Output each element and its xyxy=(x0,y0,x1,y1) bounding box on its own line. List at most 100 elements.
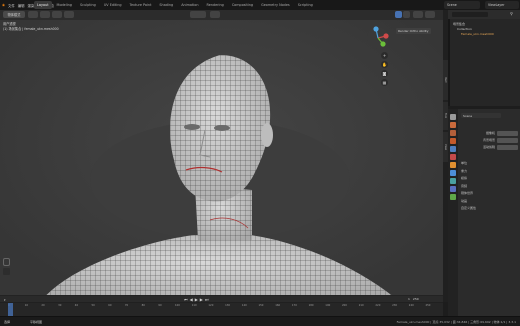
3d-viewport[interactable] xyxy=(0,10,443,302)
tab-animation[interactable]: Animation xyxy=(178,1,201,9)
zoom-icon[interactable]: + xyxy=(381,52,388,59)
timeline-tick-label: 170 xyxy=(291,304,297,307)
modifier-tab-icon[interactable] xyxy=(450,170,456,176)
world-tab-icon[interactable] xyxy=(450,154,456,160)
filter-icon[interactable]: ⚲ xyxy=(510,11,513,16)
xray-toggle-button[interactable] xyxy=(425,11,435,18)
camera-label: 摄像机 xyxy=(485,131,495,135)
properties-search-input[interactable]: Scene xyxy=(461,113,501,118)
render-ortho-tag[interactable]: Render Ortho Ability xyxy=(396,28,431,34)
status-pan: 平移视图 xyxy=(30,319,43,324)
tab-shading[interactable]: Shading xyxy=(156,1,176,9)
properties-section-title: Scene xyxy=(463,113,473,118)
object-mode-dropdown[interactable]: 物体模式 xyxy=(3,11,25,18)
timeline-tick-label: 100 xyxy=(175,304,180,307)
tab-uv-editing[interactable]: UV Editing xyxy=(101,1,125,9)
prop-row-clip: 活动剪辑 xyxy=(460,144,495,150)
tool-tab-icon[interactable] xyxy=(450,114,456,120)
subsection-audio[interactable]: 音频 xyxy=(461,183,476,191)
tab-sculpting[interactable]: Sculpting xyxy=(77,1,99,9)
select-menu-button[interactable] xyxy=(40,11,50,18)
object-tab-icon[interactable] xyxy=(450,162,456,168)
timeline-tick-label: 150 xyxy=(258,304,264,307)
timeline-ruler[interactable]: 0102030405060708090100110120130140150160… xyxy=(0,302,443,317)
playback-menu[interactable]: ▾ xyxy=(4,298,6,302)
add-menu-button[interactable] xyxy=(52,11,62,18)
navigation-gizmo[interactable] xyxy=(366,26,390,50)
tab-geometry-nodes[interactable]: Geometry Nodes xyxy=(258,1,293,9)
viewport-shading-solid-button[interactable] xyxy=(395,11,402,18)
hand-icon[interactable]: ✋ xyxy=(381,61,388,68)
timeline-tick-label: 90 xyxy=(158,304,162,307)
view-layer-tab-icon[interactable] xyxy=(450,138,456,144)
timeline-tick-label: 230 xyxy=(392,304,398,307)
subsection-custom-props[interactable]: 自定义属性 xyxy=(461,205,476,213)
background-scene-label: 背景场景 xyxy=(482,138,495,142)
timeline-tick-label: 50 xyxy=(91,304,95,307)
camera-icon[interactable]: ◙ xyxy=(381,70,388,77)
timeline-tick-label: 250 xyxy=(425,304,431,307)
timeline-tick-label: 190 xyxy=(325,304,331,307)
prop-row-background: 背景场景 xyxy=(460,137,495,143)
scene-tab-icon[interactable] xyxy=(450,146,456,152)
output-tab-icon[interactable] xyxy=(450,130,456,136)
outliner-tree: 场景集合 Collection Female_ukn.mesh000 xyxy=(453,22,494,37)
subsection-simulation[interactable]: 模拟 xyxy=(461,175,476,183)
subsection-animation[interactable]: 动画 xyxy=(461,198,476,206)
view-menu-button[interactable] xyxy=(28,11,38,18)
timeline-tick-label: 240 xyxy=(408,304,414,307)
view-layer-label: ViewLayer xyxy=(488,3,505,7)
transform-orientation-button[interactable] xyxy=(190,11,206,18)
snap-button[interactable] xyxy=(210,11,220,18)
viewport-shading-wire-button[interactable] xyxy=(403,11,410,18)
tab-compositing[interactable]: Compositing xyxy=(229,1,256,9)
scene-label: Scene xyxy=(447,3,457,7)
outliner-search-input[interactable] xyxy=(452,12,488,17)
playhead[interactable] xyxy=(8,303,13,317)
blender-logo-icon[interactable]: ◉ xyxy=(2,3,5,7)
physics-tab-icon[interactable] xyxy=(450,186,456,192)
grid-icon[interactable]: ▦ xyxy=(381,79,388,86)
timeline-tick-label: 60 xyxy=(108,304,112,307)
mouse-icon xyxy=(3,258,10,266)
tab-modeling[interactable]: Modeling xyxy=(54,1,75,9)
frame-end[interactable]: 250 xyxy=(413,297,419,301)
tab-scripting[interactable]: Scripting xyxy=(295,1,316,9)
particles-tab-icon[interactable] xyxy=(450,178,456,184)
subsection-rigid-body[interactable]: 刚体世界 xyxy=(461,190,476,198)
overlay-toggle-button[interactable] xyxy=(413,11,423,18)
view-layer-selector[interactable]: ViewLayer xyxy=(485,1,519,9)
object-mode-label: 物体模式 xyxy=(7,13,21,17)
left-tool-strip xyxy=(3,258,10,276)
tab-texture-paint[interactable]: Texture Paint xyxy=(127,1,155,9)
active-clip-label: 活动剪辑 xyxy=(482,145,495,149)
overlay-tag-label: Render Ortho Ability xyxy=(398,29,429,33)
tab-layout[interactable]: Layout xyxy=(34,1,52,9)
menu-file[interactable]: 文件 xyxy=(8,3,15,8)
menu-edit[interactable]: 编辑 xyxy=(18,3,25,8)
scene-selector[interactable]: Scene xyxy=(444,1,480,9)
data-tab-icon[interactable] xyxy=(450,194,456,200)
ear-mesh xyxy=(261,123,273,147)
subsection-units[interactable]: 单位 xyxy=(461,160,476,168)
status-stats: Female_ukn.mesh000 | 顶点:35,032 | 面:34,84… xyxy=(396,319,516,324)
camera-field[interactable] xyxy=(497,130,518,136)
frame-start[interactable]: 1 xyxy=(408,297,410,301)
status-select: 选择 xyxy=(4,319,11,324)
timeline-tick-label: 110 xyxy=(191,304,197,307)
collection-label: (1) 场景集合 | female_ukn.mesh000 xyxy=(3,26,59,31)
workspace-tabs: Layout Modeling Sculpting UV Editing Tex… xyxy=(34,1,316,9)
render-tab-icon[interactable] xyxy=(450,122,456,128)
subsection-gravity[interactable]: 重力 xyxy=(461,168,476,176)
timeline-tick-label: 130 xyxy=(225,304,231,307)
background-scene-field[interactable] xyxy=(497,137,518,143)
timeline-ticks: 0102030405060708090100110120130140150160… xyxy=(0,304,443,308)
outliner-item-mesh[interactable]: Female_ukn.mesh000 xyxy=(453,32,494,37)
tool-button[interactable] xyxy=(3,268,10,275)
viewport-info: 用户透视 (1) 场景集合 | female_ukn.mesh000 xyxy=(3,22,59,31)
viewport-canvas xyxy=(0,10,443,302)
active-clip-field[interactable] xyxy=(497,144,518,150)
timeline-tick-label: 10 xyxy=(24,304,28,307)
tab-rendering[interactable]: Rendering xyxy=(203,1,226,9)
object-menu-button[interactable] xyxy=(64,11,74,18)
